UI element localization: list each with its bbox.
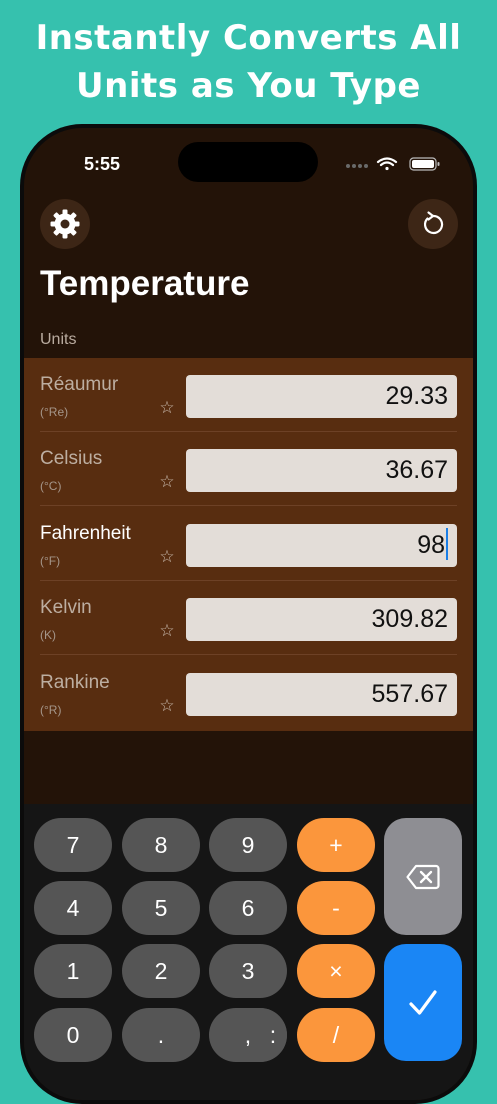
unit-row-fahrenheit: Fahrenheit (°F) ☆ 98 xyxy=(24,507,473,581)
unit-name: Celsius xyxy=(40,448,103,469)
unit-name: Kelvin xyxy=(40,597,92,618)
key-plus[interactable]: + xyxy=(297,818,375,872)
key-period[interactable]: . xyxy=(122,1008,200,1062)
phone-frame: 5:55 Temperature Units Réaumur (°Re) ☆ 2… xyxy=(20,124,477,1104)
reset-button[interactable] xyxy=(408,199,458,249)
units-list: Réaumur (°Re) ☆ 29.33 Celsius (°C) ☆ 36.… xyxy=(24,358,473,731)
status-icons xyxy=(346,157,440,171)
row-divider xyxy=(40,505,457,506)
settings-button[interactable] xyxy=(40,199,90,249)
backspace-icon xyxy=(406,864,440,889)
unit-name: Rankine xyxy=(40,672,110,693)
promo-headline-line1: Instantly Converts All xyxy=(35,18,462,58)
key-9[interactable]: 9 xyxy=(209,818,287,872)
key-1[interactable]: 1 xyxy=(34,944,112,998)
status-time: 5:55 xyxy=(84,154,121,174)
unit-row-celsius: Celsius (°C) ☆ 36.67 xyxy=(24,432,473,506)
checkmark-icon xyxy=(409,989,437,1015)
key-8[interactable]: 8 xyxy=(122,818,200,872)
units-section-label: Units xyxy=(40,331,77,348)
dynamic-island xyxy=(178,142,318,182)
star-icon[interactable]: ☆ xyxy=(158,622,176,640)
text-caret xyxy=(446,528,448,561)
reaumur-value-field[interactable]: 29.33 xyxy=(186,375,457,418)
field-value: 29.33 xyxy=(385,382,448,410)
promo-headline: Instantly Converts All Units as You Type xyxy=(0,14,497,110)
star-icon[interactable]: ☆ xyxy=(158,548,176,566)
unit-symbol: (K) xyxy=(40,628,56,642)
number-keypad: 7 8 9 + 4 5 6 - 1 2 3 × 0 . , : / xyxy=(24,804,473,1100)
gear-icon xyxy=(50,209,80,239)
unit-row-kelvin: Kelvin (K) ☆ 309.82 xyxy=(24,581,473,655)
field-value: 557.67 xyxy=(371,680,448,708)
field-value: 309.82 xyxy=(371,605,448,633)
key-multiply[interactable]: × xyxy=(297,944,375,998)
promo-headline-line2: Units as You Type xyxy=(76,66,421,106)
field-value: 36.67 xyxy=(385,456,448,484)
rankine-value-field[interactable]: 557.67 xyxy=(186,673,457,716)
unit-symbol: (°R) xyxy=(40,703,62,717)
key-2[interactable]: 2 xyxy=(122,944,200,998)
unit-row-reaumur: Réaumur (°Re) ☆ 29.33 xyxy=(24,358,473,432)
backspace-button[interactable] xyxy=(384,818,462,935)
key-6[interactable]: 6 xyxy=(209,881,287,935)
done-button[interactable] xyxy=(384,944,462,1061)
star-icon[interactable]: ☆ xyxy=(158,473,176,491)
key-divide[interactable]: / xyxy=(297,1008,375,1062)
battery-icon xyxy=(409,157,440,171)
unit-name: Réaumur xyxy=(40,374,119,395)
fahrenheit-value-field[interactable]: 98 xyxy=(186,524,457,567)
page-title: Temperature xyxy=(40,264,250,303)
unit-name: Fahrenheit xyxy=(40,523,131,544)
unit-symbol: (°F) xyxy=(40,554,61,568)
unit-symbol: (°C) xyxy=(40,479,62,493)
key-3[interactable]: 3 xyxy=(209,944,287,998)
kelvin-value-field[interactable]: 309.82 xyxy=(186,598,457,641)
key-minus[interactable]: - xyxy=(297,881,375,935)
field-value: 98 xyxy=(417,531,445,559)
key-4[interactable]: 4 xyxy=(34,881,112,935)
key-0[interactable]: 0 xyxy=(34,1008,112,1062)
app-screen: 5:55 Temperature Units Réaumur (°Re) ☆ 2… xyxy=(24,128,473,1100)
celsius-value-field[interactable]: 36.67 xyxy=(186,449,457,492)
key-7[interactable]: 7 xyxy=(34,818,112,872)
cellular-icon xyxy=(346,164,368,168)
wifi-icon xyxy=(376,157,398,171)
key-5[interactable]: 5 xyxy=(122,881,200,935)
unit-row-rankine: Rankine (°R) ☆ 557.67 xyxy=(24,656,473,730)
star-icon[interactable]: ☆ xyxy=(158,399,176,417)
row-divider xyxy=(40,654,457,655)
star-icon[interactable]: ☆ xyxy=(158,697,176,715)
reset-icon xyxy=(423,211,444,235)
unit-symbol: (°Re) xyxy=(40,405,69,419)
key-colon[interactable]: : xyxy=(259,1008,287,1062)
